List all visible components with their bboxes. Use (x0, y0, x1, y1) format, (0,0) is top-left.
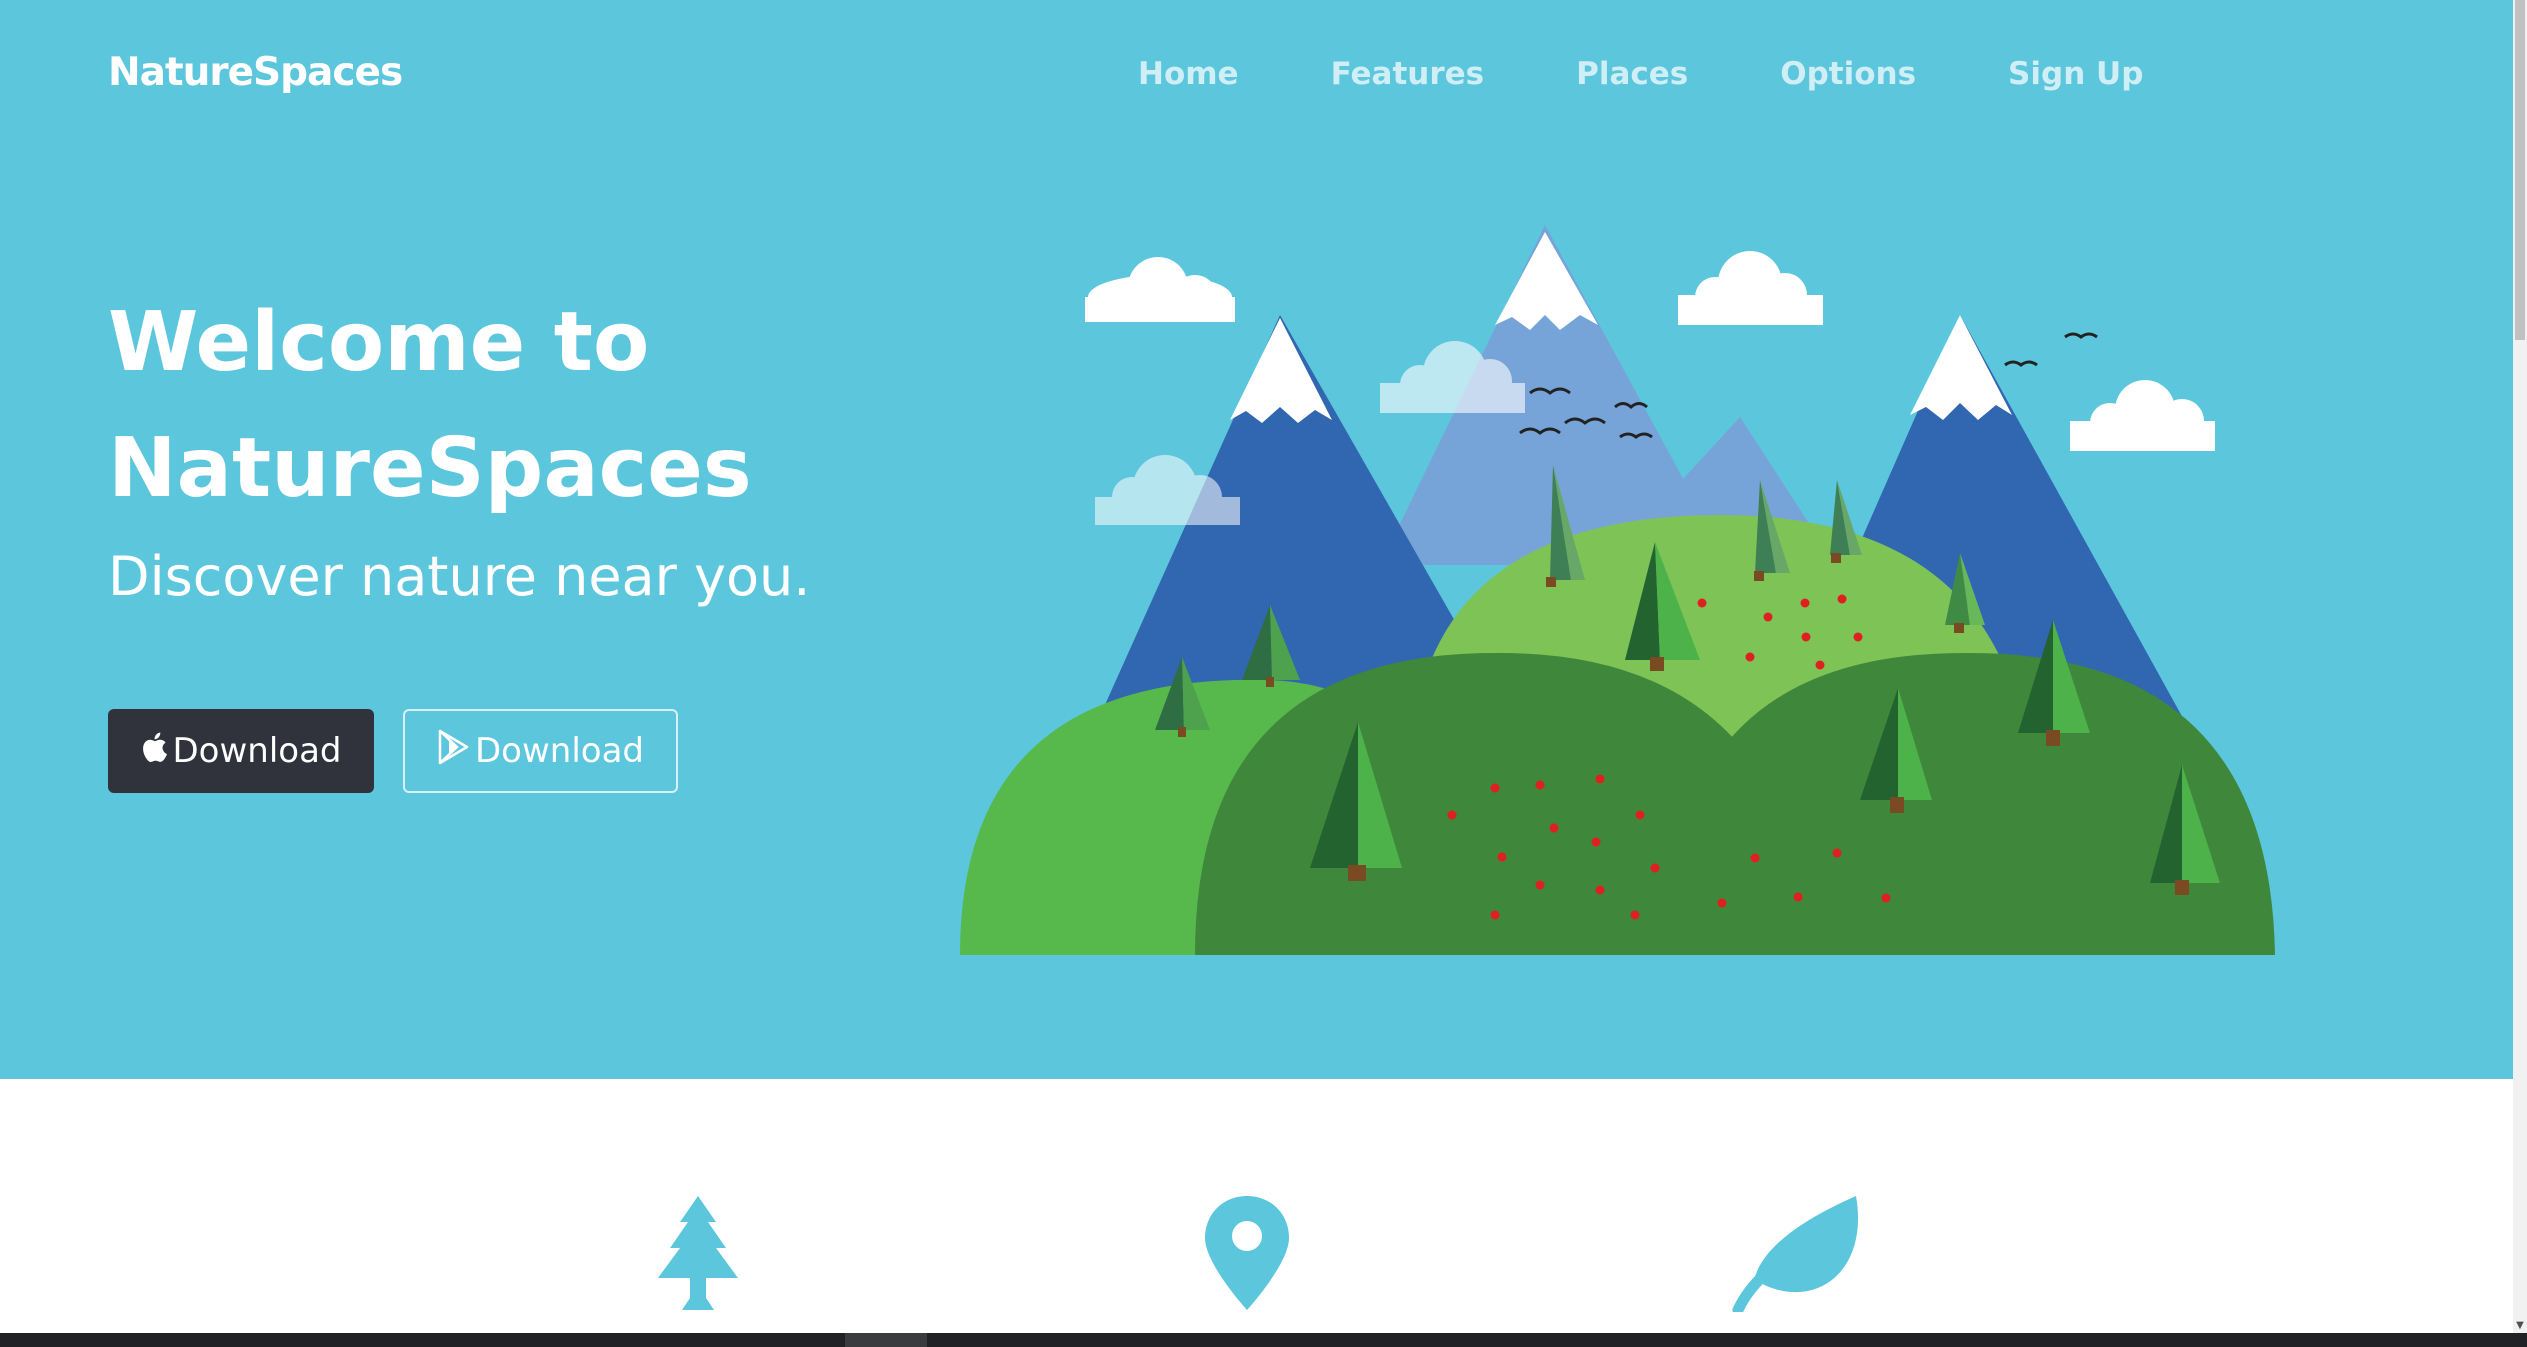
headline-line-1: Welcome to (108, 295, 650, 390)
horizontal-scrollbar-thumb[interactable] (845, 1333, 927, 1347)
page: NatureSpaces Home Features Places Option… (0, 0, 2527, 1347)
cloud-icon (1678, 251, 1823, 325)
horizontal-scrollbar[interactable] (0, 1333, 2527, 1347)
tree-icon (658, 1196, 738, 1310)
apple-icon (140, 731, 168, 772)
scrollbar-thumb[interactable] (2515, 0, 2525, 340)
hero-headline: Welcome to NatureSpaces (108, 280, 1008, 532)
app-store-download-button[interactable]: Download (108, 709, 374, 793)
nav-places[interactable]: Places (1576, 56, 1688, 92)
play-store-icon (437, 729, 471, 774)
scroll-down-arrow-icon[interactable]: ▼ (2513, 1319, 2527, 1333)
google-play-download-button[interactable]: Download (403, 709, 678, 793)
main-nav: Home Features Places Options Sign Up (1138, 56, 2235, 92)
hero-subtitle: Discover nature near you. (108, 545, 811, 608)
cloud-icon (2070, 380, 2215, 451)
headline-line-2: NatureSpaces (108, 421, 752, 516)
features-section (0, 1079, 2513, 1333)
nav-options[interactable]: Options (1780, 56, 1916, 92)
nav-features[interactable]: Features (1331, 56, 1485, 92)
leaf-icon (1732, 1196, 1859, 1312)
google-play-download-label: Download (474, 731, 644, 771)
map-pin-icon (1205, 1196, 1289, 1310)
brand-logo[interactable]: NatureSpaces (108, 50, 403, 95)
nav-sign-up[interactable]: Sign Up (2008, 56, 2143, 92)
app-store-download-label: Download (172, 731, 342, 771)
mountain-landscape-illustration (960, 225, 2275, 955)
nav-home[interactable]: Home (1138, 56, 1239, 92)
vertical-scrollbar[interactable]: ▼ (2513, 0, 2527, 1333)
hero-section: NatureSpaces Home Features Places Option… (0, 0, 2513, 1079)
cloud-icon (1085, 257, 1235, 322)
